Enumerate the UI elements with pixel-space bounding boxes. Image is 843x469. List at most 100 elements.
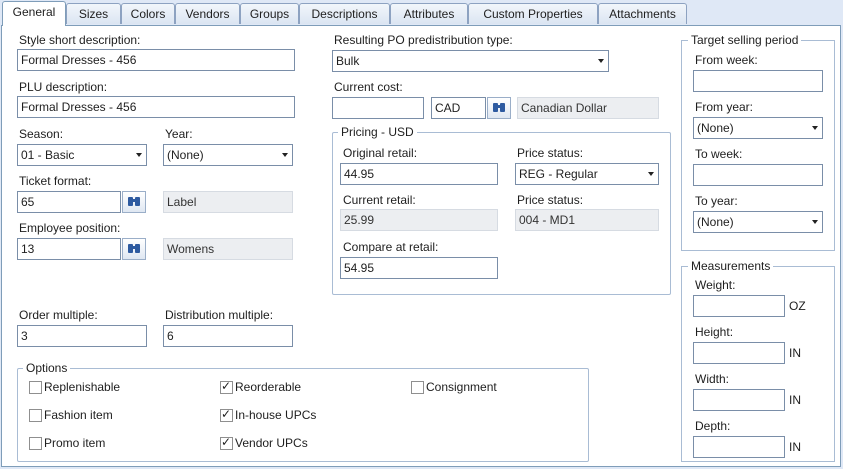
distribution-multiple-input[interactable]: 6 xyxy=(163,325,293,347)
currency-name: Canadian Dollar xyxy=(517,97,659,119)
distribution-multiple-label: Distribution multiple: xyxy=(165,308,274,322)
consignment-checkbox[interactable] xyxy=(411,381,424,394)
plu-input[interactable]: Formal Dresses - 456 xyxy=(17,96,295,118)
promo-item-checkbox[interactable] xyxy=(29,437,42,450)
tab-strip: General Sizes Colors Vendors Groups Desc… xyxy=(0,0,843,26)
width-input[interactable] xyxy=(693,389,785,411)
chevron-down-icon xyxy=(648,172,654,176)
options-group-title: Options xyxy=(23,361,71,375)
chevron-down-icon xyxy=(136,153,142,157)
style-short-input[interactable]: Formal Dresses - 456 xyxy=(17,49,295,71)
tab-custom-properties[interactable]: Custom Properties xyxy=(468,3,598,24)
replenishable-checkbox[interactable] xyxy=(29,381,42,394)
price-status-select[interactable]: REG - Regular xyxy=(515,163,659,185)
height-unit: IN xyxy=(789,346,801,360)
in-house-upcs-label: In-house UPCs xyxy=(235,408,317,422)
to-week-input[interactable] xyxy=(693,164,823,186)
ticket-lookup-button[interactable] xyxy=(122,191,146,213)
po-predistribution-label: Resulting PO predistribution type: xyxy=(334,33,513,47)
target-selling-title: Target selling period xyxy=(688,33,802,47)
from-year-value: (None) xyxy=(697,121,734,135)
original-retail-label: Original retail: xyxy=(343,146,418,160)
ticket-format-label: Ticket format: xyxy=(19,174,92,188)
ticket-format-input[interactable]: 65 xyxy=(17,191,121,213)
fashion-item-checkbox[interactable] xyxy=(29,409,42,422)
season-select[interactable]: 01 - Basic xyxy=(17,144,147,166)
chevron-down-icon xyxy=(812,126,818,130)
po-predistribution-select[interactable]: Bulk xyxy=(332,50,609,72)
width-label: Width: xyxy=(695,372,730,386)
depth-input[interactable] xyxy=(693,436,785,458)
tab-attributes[interactable]: Attributes xyxy=(390,3,468,24)
from-week-input[interactable] xyxy=(693,70,823,92)
tab-groups[interactable]: Groups xyxy=(240,3,299,24)
season-value: 01 - Basic xyxy=(21,148,75,162)
binoculars-icon xyxy=(128,244,140,253)
order-multiple-input[interactable]: 3 xyxy=(17,325,147,347)
check-icon: ✓ xyxy=(221,407,232,421)
consignment-label: Consignment xyxy=(426,380,497,394)
style-short-label: Style short description: xyxy=(19,33,141,47)
replenishable-label: Replenishable xyxy=(44,380,121,394)
to-year-value: (None) xyxy=(697,215,734,229)
current-cost-label: Current cost: xyxy=(334,80,403,94)
current-retail-label: Current retail: xyxy=(343,193,416,207)
from-year-label: From year: xyxy=(695,100,754,114)
to-week-label: To week: xyxy=(695,147,743,161)
pricing-group-title: Pricing - USD xyxy=(338,125,417,139)
year-select[interactable]: (None) xyxy=(163,144,293,166)
binoculars-icon xyxy=(493,103,505,112)
height-label: Height: xyxy=(695,325,734,339)
chevron-down-icon xyxy=(282,153,288,157)
ticket-format-desc: Label xyxy=(163,191,293,213)
weight-unit: OZ xyxy=(789,299,806,313)
to-year-label: To year: xyxy=(695,194,738,208)
price-status-label: Price status: xyxy=(517,146,584,160)
binoculars-icon xyxy=(128,197,140,206)
in-house-upcs-checkbox[interactable]: ✓ xyxy=(220,407,233,422)
vendor-upcs-label: Vendor UPCs xyxy=(235,436,308,450)
order-multiple-label: Order multiple: xyxy=(19,308,98,322)
price-status-2-label: Price status: xyxy=(517,193,584,207)
check-icon: ✓ xyxy=(221,435,232,449)
vendor-upcs-checkbox[interactable]: ✓ xyxy=(220,435,233,450)
depth-unit: IN xyxy=(789,440,801,454)
year-label: Year: xyxy=(165,127,193,141)
weight-input[interactable] xyxy=(693,295,785,317)
employee-position-desc: Womens xyxy=(163,238,293,260)
tab-vendors[interactable]: Vendors xyxy=(175,3,240,24)
plu-label: PLU description: xyxy=(19,80,108,94)
from-week-label: From week: xyxy=(695,53,758,67)
tab-general[interactable]: General xyxy=(2,1,66,26)
season-label: Season: xyxy=(19,127,64,141)
reorderable-checkbox[interactable]: ✓ xyxy=(220,379,233,394)
compare-retail-input[interactable]: 54.95 xyxy=(340,257,498,279)
price-status-value: REG - Regular xyxy=(519,167,598,181)
year-value: (None) xyxy=(167,148,204,162)
employee-position-input[interactable]: 13 xyxy=(17,238,121,260)
employee-lookup-button[interactable] xyxy=(122,238,146,260)
po-predistribution-value: Bulk xyxy=(336,54,360,68)
current-cost-input[interactable] xyxy=(332,97,424,119)
price-status-2-value: 004 - MD1 xyxy=(515,209,659,231)
currency-code-input[interactable]: CAD xyxy=(431,97,486,119)
measurements-title: Measurements xyxy=(688,259,774,273)
height-input[interactable] xyxy=(693,342,785,364)
tab-colors[interactable]: Colors xyxy=(121,3,175,24)
tab-sizes[interactable]: Sizes xyxy=(66,3,121,24)
tab-attachments[interactable]: Attachments xyxy=(598,3,687,24)
weight-label: Weight: xyxy=(695,278,736,292)
to-year-select[interactable]: (None) xyxy=(693,211,823,233)
from-year-select[interactable]: (None) xyxy=(693,117,823,139)
employee-position-label: Employee position: xyxy=(19,221,121,235)
current-retail-value: 25.99 xyxy=(340,209,498,231)
currency-lookup-button[interactable] xyxy=(487,97,511,119)
width-unit: IN xyxy=(789,393,801,407)
chevron-down-icon xyxy=(812,220,818,224)
tab-descriptions[interactable]: Descriptions xyxy=(299,3,390,24)
depth-label: Depth: xyxy=(695,419,731,433)
compare-retail-label: Compare at retail: xyxy=(343,240,439,254)
chevron-down-icon xyxy=(598,59,604,63)
check-icon: ✓ xyxy=(221,379,232,393)
original-retail-input[interactable]: 44.95 xyxy=(340,163,498,185)
